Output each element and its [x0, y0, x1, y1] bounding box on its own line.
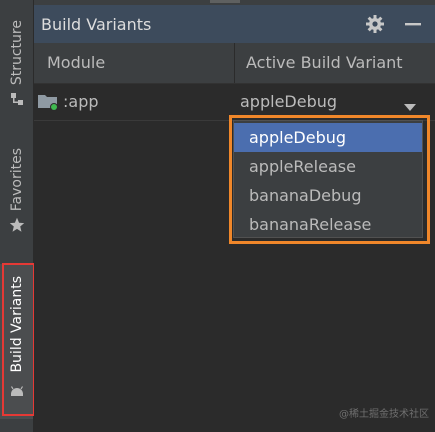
dropdown-option-appleRelease[interactable]: appleRelease — [234, 152, 422, 181]
side-tab-structure[interactable]: Structure — [0, 20, 33, 122]
resize-handle[interactable] — [210, 0, 240, 3]
side-tab-build-variants[interactable]: Build Variants — [0, 264, 33, 419]
table-header: Module Active Build Variant — [34, 43, 435, 84]
tool-window-stripe: Structure Favorites Build Variants — [0, 0, 34, 432]
build-variant-select[interactable]: appleDebug — [235, 84, 435, 120]
minimize-icon[interactable] — [402, 13, 424, 35]
column-header-active-build-variant[interactable]: Active Build Variant — [246, 53, 403, 72]
build-variant-dropdown: appleDebug appleRelease bananaDebug bana… — [233, 120, 423, 238]
android-studio-window: Structure Favorites Build Variants Build… — [0, 0, 435, 432]
chevron-down-icon[interactable] — [403, 97, 417, 111]
build-variant-selected-value: appleDebug — [240, 92, 338, 111]
dropdown-option-appleDebug[interactable]: appleDebug — [234, 123, 422, 152]
watermark: @稀土掘金技术社区 — [339, 409, 429, 420]
module-name: :app — [63, 92, 99, 111]
dropdown-option-bananaDebug[interactable]: bananaDebug — [234, 181, 422, 210]
side-tab-favorites-label: Favorites — [8, 148, 25, 212]
side-tab-favorites[interactable]: Favorites — [0, 148, 33, 252]
structure-icon — [9, 91, 25, 107]
panel-title-bar: Build Variants — [34, 5, 435, 43]
build-variants-panel: Build Variants Module Active Build Varia… — [34, 0, 435, 432]
panel-title: Build Variants — [41, 14, 152, 34]
android-module-folder-icon — [37, 92, 59, 112]
column-divider[interactable] — [234, 43, 235, 83]
side-tab-build-variants-label: Build Variants — [8, 276, 25, 373]
column-header-module[interactable]: Module — [47, 53, 105, 72]
table-row[interactable]: :app appleDebug — [34, 84, 435, 121]
dropdown-option-bananaRelease[interactable]: bananaRelease — [234, 210, 422, 239]
star-icon — [9, 217, 25, 233]
side-tab-structure-label: Structure — [8, 20, 25, 86]
gear-icon[interactable] — [364, 13, 386, 35]
android-icon — [9, 381, 25, 397]
